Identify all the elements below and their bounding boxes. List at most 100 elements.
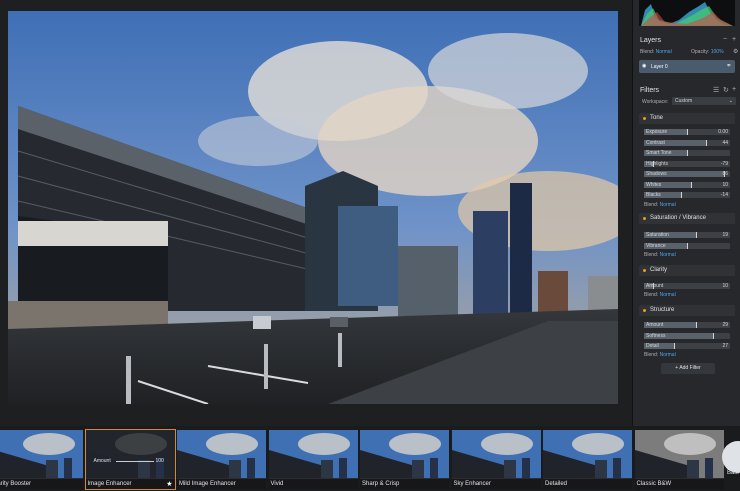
preset-amount-value: 100 bbox=[155, 458, 164, 464]
minus-icon[interactable]: − bbox=[723, 36, 727, 43]
preset-label: Sharp & Crisp bbox=[360, 479, 449, 489]
slider-exposure[interactable]: Exposure 0.00 bbox=[644, 129, 730, 135]
slider-handle[interactable] bbox=[695, 232, 697, 238]
gear-icon[interactable]: ⚙ bbox=[733, 48, 738, 55]
slider-handle[interactable] bbox=[687, 129, 688, 135]
photo bbox=[8, 11, 618, 404]
add-layer-icon[interactable]: + bbox=[732, 36, 736, 43]
section-structure[interactable]: Structure bbox=[639, 305, 735, 316]
preset-thumb[interactable]: Sky Enhancer bbox=[451, 430, 541, 489]
slider-value: 29 bbox=[722, 322, 728, 328]
layer-opacity-label: Opacity: bbox=[691, 49, 710, 55]
slider-amount[interactable]: Amount 10 bbox=[644, 283, 730, 289]
tone-blend-value: Normal bbox=[659, 202, 676, 208]
preset-thumb[interactable]: Mild Image Enhancer bbox=[177, 430, 266, 489]
filter-list-icon[interactable]: ☰ bbox=[713, 86, 719, 94]
preset-amount-slider[interactable] bbox=[115, 461, 154, 462]
slider-handle[interactable] bbox=[687, 150, 688, 156]
workspace-label: Workspace: bbox=[642, 99, 669, 105]
slider-handle[interactable] bbox=[695, 322, 697, 328]
slider-handle[interactable] bbox=[687, 242, 688, 249]
preset-label: Mild Image Enhancer bbox=[177, 479, 266, 489]
slider-value: -14 bbox=[720, 192, 728, 198]
slider-label: Amount bbox=[646, 283, 664, 289]
slider-value: 44 bbox=[722, 139, 728, 146]
layer-blend-value: Normal bbox=[655, 49, 672, 55]
preset-label: larity Booster bbox=[0, 479, 83, 489]
structure-blend[interactable]: Blend: Normal bbox=[644, 352, 676, 358]
slider-blacks[interactable]: Blacks -14 bbox=[644, 192, 730, 198]
slider-handle[interactable] bbox=[674, 343, 676, 349]
histogram bbox=[639, 0, 735, 26]
slider-label: Softness bbox=[646, 332, 666, 339]
section-title: Clarity bbox=[650, 267, 668, 273]
slider-handle[interactable] bbox=[680, 192, 682, 198]
slider-softness[interactable]: Softness bbox=[644, 332, 730, 339]
eye-icon[interactable]: ◉ bbox=[642, 63, 646, 69]
layer-name: Layer 0 bbox=[651, 64, 668, 70]
clarity-blend[interactable]: Blend: Normal bbox=[644, 292, 676, 298]
slider-label: Highlights bbox=[646, 160, 668, 167]
slider-vibrance[interactable]: Vibrance bbox=[644, 242, 730, 249]
preset-thumb[interactable]: Sharp & Crisp bbox=[360, 430, 449, 489]
preset-label: Vivid bbox=[268, 479, 358, 489]
slider-highlights[interactable]: Highlights -79 bbox=[644, 160, 730, 167]
slider-label: Whites bbox=[646, 181, 662, 188]
refresh-icon[interactable]: ↻ bbox=[723, 86, 729, 94]
preset-label: Image Enhancer bbox=[85, 479, 175, 489]
right-panel: Layers − + Blend: Normal Opacity: 100% ⚙… bbox=[632, 0, 740, 426]
preset-amount-label: Amount bbox=[93, 458, 111, 464]
slider-label: Vibrance bbox=[646, 242, 666, 249]
layer-options-icon[interactable]: ≑ bbox=[727, 63, 731, 69]
slider-contrast[interactable]: Contrast 44 bbox=[644, 139, 730, 146]
section-tone[interactable]: Tone bbox=[639, 113, 735, 124]
preset-thumb[interactable]: larity Booster bbox=[0, 430, 83, 489]
slider-saturation[interactable]: Saturation 19 bbox=[644, 232, 730, 238]
preset-thumb[interactable]: Detailed bbox=[543, 430, 632, 489]
slider-amount[interactable]: Amount 29 bbox=[644, 322, 730, 328]
layer-row[interactable]: ◉ Layer 0 ≑ bbox=[639, 60, 735, 73]
slider-value: 86 bbox=[722, 171, 728, 177]
saturation-blend[interactable]: Blend: Normal bbox=[644, 252, 676, 258]
section-clarity[interactable]: Clarity bbox=[639, 265, 735, 276]
filters-header: Filters ☰ ↻ + bbox=[633, 84, 740, 97]
slider-shadows[interactable]: Shadows 86 bbox=[644, 171, 730, 177]
preset-thumb[interactable]: Classic B&W bbox=[634, 430, 724, 489]
saturation-blend-value: Normal bbox=[659, 252, 676, 258]
section-dot-icon bbox=[643, 269, 646, 272]
slider-value: 19 bbox=[722, 232, 728, 238]
preset-label: Detailed bbox=[543, 479, 632, 489]
section-title: Tone bbox=[650, 115, 664, 121]
workspace-select[interactable]: Custom ⌄ bbox=[672, 97, 736, 105]
slider-value: 27 bbox=[722, 343, 728, 349]
slider-label: Exposure bbox=[646, 129, 668, 135]
layer-opacity[interactable]: Opacity: 100% bbox=[691, 49, 724, 55]
section-title: Structure bbox=[650, 307, 675, 313]
slider-handle[interactable] bbox=[712, 332, 714, 339]
slider-whites[interactable]: Whites 10 bbox=[644, 181, 730, 188]
layer-blend[interactable]: Blend: Normal bbox=[640, 49, 672, 55]
tone-blend[interactable]: Blend: Normal bbox=[644, 202, 676, 208]
preset-thumb[interactable]: Vivid bbox=[268, 430, 358, 489]
slider-handle[interactable] bbox=[691, 181, 693, 188]
layers-title: Layers bbox=[640, 37, 662, 44]
preset-label: Classic B&W bbox=[634, 479, 724, 489]
section-dot-icon bbox=[643, 309, 646, 312]
slider-value: 0.00 bbox=[718, 129, 728, 135]
layer-opacity-value: 100% bbox=[710, 49, 724, 55]
section-saturation-vibrance[interactable]: Saturation / Vibrance bbox=[639, 213, 735, 224]
layers-header: Layers − + bbox=[633, 34, 740, 47]
slider-value: 10 bbox=[722, 181, 728, 188]
slider-detail[interactable]: Detail 27 bbox=[644, 343, 730, 349]
slider-value: 10 bbox=[722, 283, 728, 289]
clarity-blend-value: Normal bbox=[659, 292, 676, 298]
slider-smart-tone[interactable]: Smart Tone bbox=[644, 150, 730, 156]
structure-blend-value: Normal bbox=[659, 352, 676, 358]
add-filter-icon[interactable]: + bbox=[732, 86, 736, 93]
preset-thumb[interactable]: Image Enhancer Amount 100 ★ bbox=[84, 429, 176, 490]
favorite-star-icon[interactable]: ★ bbox=[166, 480, 172, 488]
slider-handle[interactable] bbox=[705, 139, 707, 146]
image-canvas[interactable] bbox=[0, 0, 632, 426]
add-filter-button[interactable]: + Add Filter bbox=[661, 363, 715, 374]
section-dot-icon bbox=[643, 117, 646, 120]
